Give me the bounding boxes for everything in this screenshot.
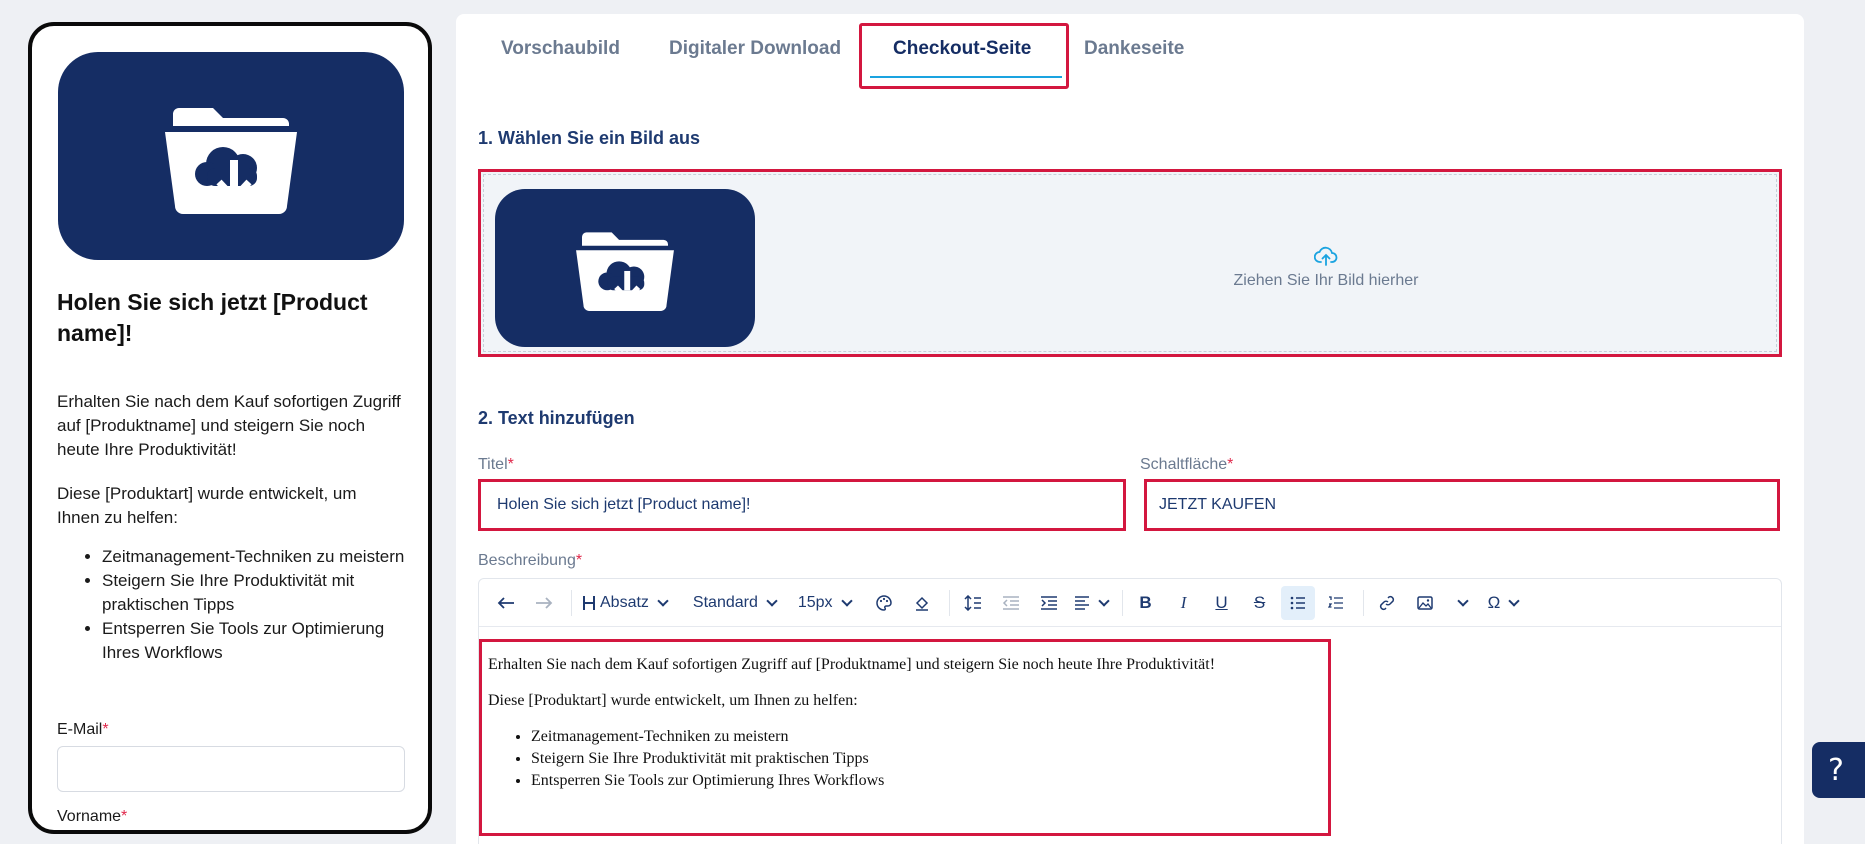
rich-text-editor: Absatz Standard 15px B I U S Ω Erhalten … xyxy=(478,578,1782,844)
chevron-down-icon xyxy=(766,594,778,607)
undo-arrow-icon xyxy=(497,596,514,609)
underline-icon: U xyxy=(1215,592,1228,612)
font-family-dropdown[interactable]: Standard xyxy=(689,586,780,620)
dropzone-hint: Ziehen Sie Ihr Bild hierher xyxy=(1171,246,1481,290)
toolbar-divider xyxy=(948,589,950,616)
editor-paragraph-2: Diese [Produktart] wurde entwickelt, um … xyxy=(488,692,858,709)
toolbar-divider xyxy=(1121,589,1123,616)
tab-digitaler-download[interactable]: Digitaler Download xyxy=(669,38,841,60)
font-size-dropdown[interactable]: 15px xyxy=(794,586,855,620)
editor-paragraph-1: Erhalten Sie nach dem Kauf sofortigen Zu… xyxy=(488,656,1216,673)
indent-icon xyxy=(1040,595,1057,610)
align-left-icon xyxy=(1074,595,1089,610)
bullet-list-icon xyxy=(1290,596,1305,609)
more-insert-dropdown[interactable] xyxy=(1446,586,1480,620)
title-input[interactable]: Holen Sie sich jetzt [Product name]! xyxy=(478,479,1126,531)
italic-button[interactable]: I xyxy=(1167,586,1201,620)
bold-icon: B xyxy=(1139,592,1152,612)
folder-cloud-download-icon xyxy=(165,108,297,214)
align-dropdown[interactable] xyxy=(1070,586,1112,620)
text-color-button[interactable] xyxy=(867,586,901,620)
description-label: Beschreibung* xyxy=(478,552,583,569)
list-item: Steigern Sie Ihre Produktivität mit prak… xyxy=(102,569,412,617)
numbered-list-button[interactable] xyxy=(1319,586,1353,620)
tab-vorschaubild[interactable]: Vorschaubild xyxy=(501,38,620,60)
redo-arrow-icon xyxy=(536,596,553,609)
required-mark: * xyxy=(575,552,583,569)
image-icon xyxy=(1416,595,1433,610)
dropzone-image-thumbnail xyxy=(495,189,755,347)
highlight-box xyxy=(859,23,1069,89)
line-height-button[interactable] xyxy=(956,586,990,620)
list-item: Steigern Sie Ihre Produktivität mit prak… xyxy=(531,750,1328,768)
link-button[interactable] xyxy=(1370,586,1404,620)
special-characters-dropdown[interactable]: Ω xyxy=(1484,586,1523,620)
link-icon xyxy=(1379,595,1394,610)
strikethrough-button[interactable]: S xyxy=(1243,586,1277,620)
numbered-list-icon xyxy=(1327,595,1343,609)
bullet-list-button[interactable] xyxy=(1280,585,1315,620)
tab-dankeseite[interactable]: Dankeseite xyxy=(1084,38,1184,60)
folder-cloud-download-icon xyxy=(576,232,674,311)
editor-bullet-list: Zeitmanagement-Techniken zu meistern Ste… xyxy=(531,728,1328,790)
toolbar-divider xyxy=(1362,589,1364,616)
heading-icon xyxy=(583,595,595,610)
bold-button[interactable]: B xyxy=(1129,586,1163,620)
list-item: Entsperren Sie Tools zur Optimierung Ihr… xyxy=(531,772,1328,790)
list-item: Zeitmanagement-Techniken zu meistern xyxy=(531,728,1328,746)
strikethrough-icon: S xyxy=(1253,592,1266,612)
outdent-button[interactable] xyxy=(994,586,1028,620)
cloud-upload-icon xyxy=(1314,246,1338,266)
chevron-down-icon xyxy=(840,594,853,607)
title-label: Titel* xyxy=(478,456,514,473)
background-color-button[interactable] xyxy=(905,586,939,620)
vorname-label: Vorname* xyxy=(57,808,128,825)
chevron-down-icon xyxy=(1097,594,1110,607)
line-height-icon xyxy=(964,594,981,611)
editor-toolbar: Absatz Standard 15px B I U S Ω xyxy=(479,579,1781,627)
editor-content[interactable]: Erhalten Sie nach dem Kauf sofortigen Zu… xyxy=(479,639,1331,836)
preview-paragraph-2: Diese [Produktart] wurde entwickelt, um … xyxy=(57,484,357,527)
toolbar-divider xyxy=(571,589,572,616)
image-button[interactable] xyxy=(1408,586,1442,620)
preview-product-image xyxy=(58,52,404,260)
chevron-down-icon xyxy=(1456,594,1469,607)
button-text-input[interactable]: JETZT KAUFEN xyxy=(1144,479,1780,531)
image-dropzone[interactable]: Ziehen Sie Ihr Bild hierher xyxy=(478,169,1782,357)
chevron-down-icon xyxy=(657,594,669,607)
section-title-image: 1. Wählen Sie ein Bild aus xyxy=(478,128,701,148)
editor-card: Vorschaubild Digitaler Download Checkout… xyxy=(456,14,1804,844)
tab-bar: Vorschaubild Digitaler Download Checkout… xyxy=(456,14,1804,94)
indent-button[interactable] xyxy=(1032,586,1066,620)
paint-bucket-icon xyxy=(915,596,928,611)
required-mark: * xyxy=(1227,456,1234,473)
button-label: Schaltfläche* xyxy=(1140,456,1234,473)
underline-button[interactable]: U xyxy=(1205,586,1239,620)
list-item: Entsperren Sie Tools zur Optimierung Ihr… xyxy=(102,617,412,665)
heading-dropdown[interactable]: Absatz xyxy=(578,586,671,620)
required-mark: * xyxy=(102,721,109,738)
preview-paragraph-1: Erhalten Sie nach dem Kauf sofortigen Zu… xyxy=(57,392,401,459)
palette-icon xyxy=(875,594,892,611)
omega-icon: Ω xyxy=(1487,592,1501,612)
undo-button[interactable] xyxy=(489,586,523,620)
chevron-down-icon xyxy=(1508,594,1520,607)
preview-bullet-list: Zeitmanagement-Techniken zu meistern Ste… xyxy=(102,545,412,665)
help-button[interactable]: ? xyxy=(1812,742,1865,798)
email-field[interactable] xyxy=(57,746,405,792)
redo-button[interactable] xyxy=(527,586,561,620)
italic-icon: I xyxy=(1180,592,1187,612)
required-mark: * xyxy=(121,808,128,825)
question-mark-icon: ? xyxy=(1828,752,1844,788)
required-mark: * xyxy=(507,456,514,473)
preview-title: Holen Sie sich jetzt [Product name]! xyxy=(57,289,368,346)
section-title-text: 2. Text hinzufügen xyxy=(478,408,635,428)
list-item: Zeitmanagement-Techniken zu meistern xyxy=(102,545,412,569)
checkout-preview-panel: Holen Sie sich jetzt [Product name]! Erh… xyxy=(28,22,432,834)
outdent-icon xyxy=(1002,595,1019,610)
email-label: E-Mail* xyxy=(57,721,109,738)
